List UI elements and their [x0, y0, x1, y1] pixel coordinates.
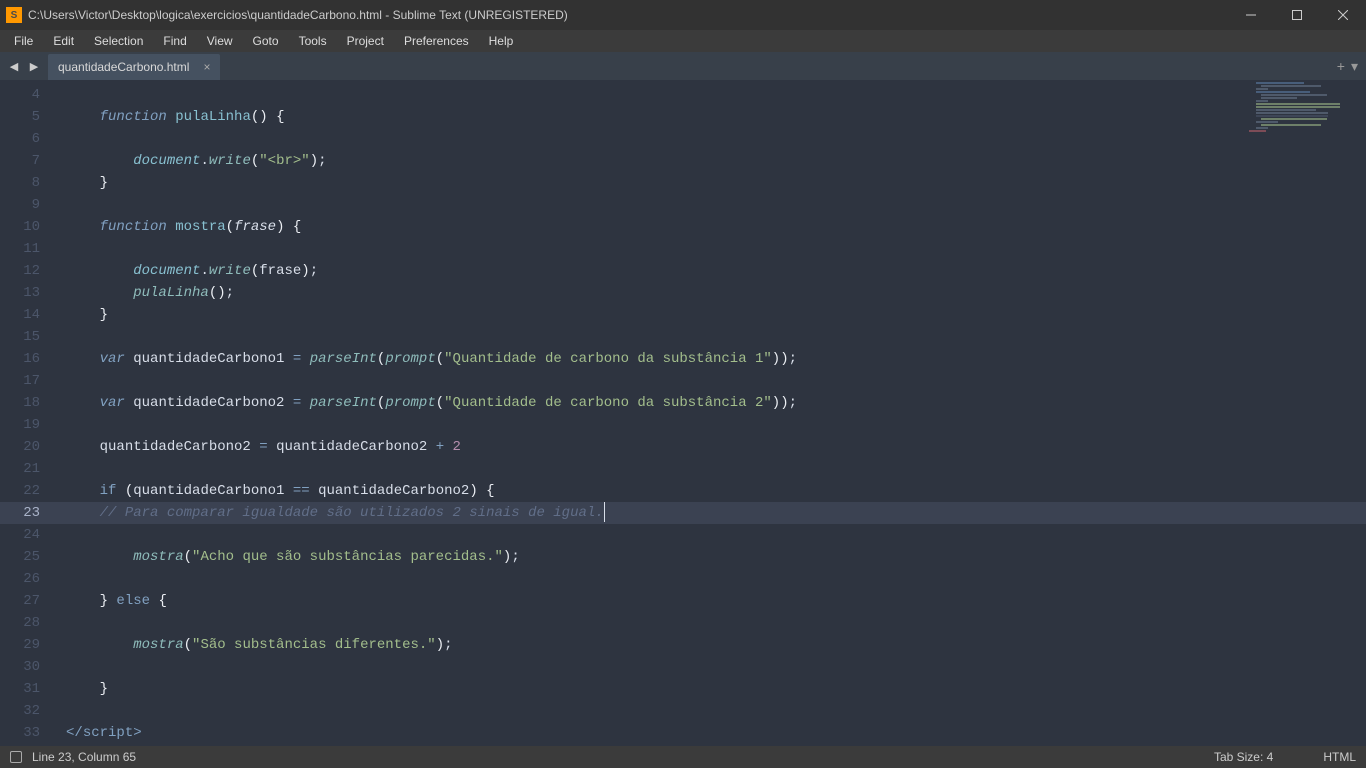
code-line: }: [54, 304, 1366, 326]
history-buttons: ◀ ▶: [0, 52, 48, 80]
code-line: document.write("<br>");: [54, 150, 1366, 172]
titlebar: S C:\Users\Victor\Desktop\logica\exercic…: [0, 0, 1366, 30]
code-line: [54, 84, 1366, 106]
code-line: [54, 194, 1366, 216]
menu-tools[interactable]: Tools: [289, 32, 337, 50]
menu-help[interactable]: Help: [479, 32, 524, 50]
code-line: function pulaLinha() {: [54, 106, 1366, 128]
menu-preferences[interactable]: Preferences: [394, 32, 479, 50]
editor[interactable]: 4567891011121314151617181920212223242526…: [0, 80, 1366, 746]
menu-selection[interactable]: Selection: [84, 32, 153, 50]
code-line: [54, 238, 1366, 260]
code-line: [54, 568, 1366, 590]
code-line: var quantidadeCarbono2 = parseInt(prompt…: [54, 392, 1366, 414]
code-line: [54, 128, 1366, 150]
tabbar: ◀ ▶ quantidadeCarbono.html × + ▾: [0, 52, 1366, 80]
code-line: [54, 524, 1366, 546]
code-line: [54, 370, 1366, 392]
tab-label: quantidadeCarbono.html: [58, 60, 189, 74]
code-line: document.write(frase);: [54, 260, 1366, 282]
menu-view[interactable]: View: [197, 32, 243, 50]
code-line: mostra("Acho que são substâncias parecid…: [54, 546, 1366, 568]
code-line: mostra("São substâncias diferentes.");: [54, 634, 1366, 656]
minimize-button[interactable]: [1228, 0, 1274, 30]
code-line: pulaLinha();: [54, 282, 1366, 304]
code-line: function mostra(frase) {: [54, 216, 1366, 238]
menubar: File Edit Selection Find View Goto Tools…: [0, 30, 1366, 52]
status-syntax[interactable]: HTML: [1323, 750, 1356, 764]
panel-switcher-icon[interactable]: [10, 751, 22, 763]
code-line: } else {: [54, 590, 1366, 612]
code-line: [54, 414, 1366, 436]
tabbar-right: + ▾: [1329, 52, 1366, 80]
code-area[interactable]: function pulaLinha() { document.write("<…: [54, 80, 1366, 746]
app-icon: S: [6, 7, 22, 23]
window-controls: [1228, 0, 1366, 30]
text-cursor: [604, 502, 605, 522]
menu-find[interactable]: Find: [153, 32, 196, 50]
gutter: 4567891011121314151617181920212223242526…: [0, 80, 54, 746]
tab-close-icon[interactable]: ×: [203, 60, 210, 74]
code-line: }: [54, 678, 1366, 700]
close-button[interactable]: [1320, 0, 1366, 30]
code-line: }: [54, 172, 1366, 194]
window-title: C:\Users\Victor\Desktop\logica\exercicio…: [28, 8, 1228, 22]
tab-file[interactable]: quantidadeCarbono.html ×: [48, 54, 220, 80]
code-line: </script>: [54, 722, 1366, 744]
statusbar: Line 23, Column 65 Tab Size: 4 HTML: [0, 746, 1366, 768]
code-line: [54, 612, 1366, 634]
menu-goto[interactable]: Goto: [243, 32, 289, 50]
menu-file[interactable]: File: [4, 32, 43, 50]
code-line: [54, 458, 1366, 480]
menu-edit[interactable]: Edit: [43, 32, 84, 50]
maximize-button[interactable]: [1274, 0, 1320, 30]
status-position[interactable]: Line 23, Column 65: [32, 750, 136, 764]
new-tab-icon[interactable]: +: [1337, 58, 1345, 74]
code-line: quantidadeCarbono2 = quantidadeCarbono2 …: [54, 436, 1366, 458]
code-line: var quantidadeCarbono1 = parseInt(prompt…: [54, 348, 1366, 370]
code-line: if (quantidadeCarbono1 == quantidadeCarb…: [54, 480, 1366, 502]
history-back-icon[interactable]: ◀: [6, 60, 22, 73]
history-forward-icon[interactable]: ▶: [26, 60, 42, 73]
tab-menu-icon[interactable]: ▾: [1351, 58, 1358, 75]
code-line: // Para comparar igualdade são utilizado…: [54, 502, 1366, 524]
code-line: [54, 656, 1366, 678]
status-tab-size[interactable]: Tab Size: 4: [1214, 750, 1273, 764]
menu-project[interactable]: Project: [337, 32, 394, 50]
code-line: [54, 326, 1366, 348]
code-line: [54, 700, 1366, 722]
